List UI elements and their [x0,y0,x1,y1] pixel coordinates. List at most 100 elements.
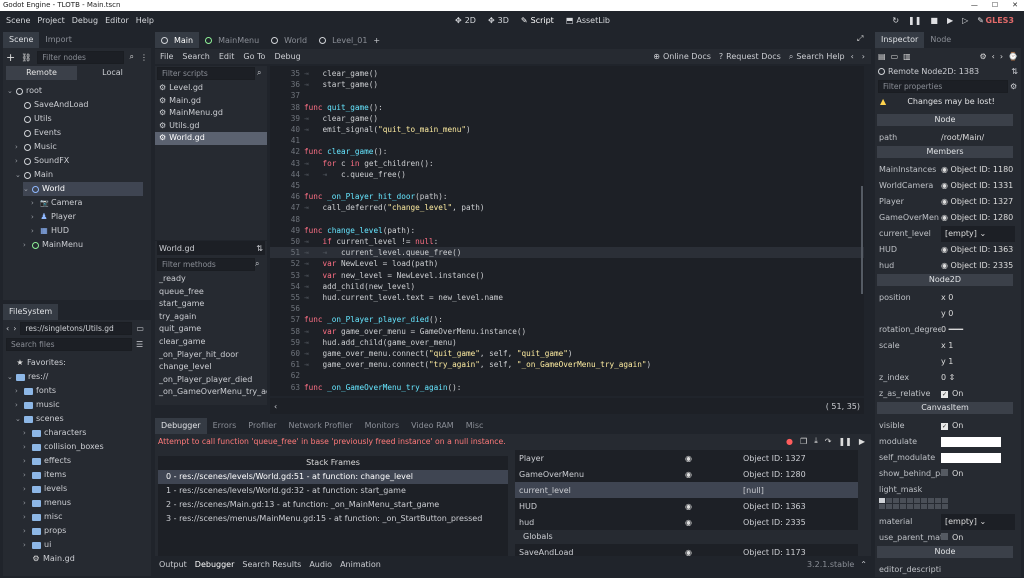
split-icon[interactable]: ▭ [136,324,144,333]
script-item-utils-gd[interactable]: ⚙ Utils.gd [155,120,267,133]
save-icon[interactable]: ▥ [903,52,911,61]
scene-node-camera[interactable]: › 📷 Camera [31,196,82,210]
scene-tab-level-01[interactable]: Level_01 [313,32,373,48]
continue-icon[interactable]: ▶ [859,437,865,446]
sort-icon[interactable]: ☰ [136,340,143,349]
filter-methods-input[interactable]: Filter methods [157,257,255,271]
filter-properties-input[interactable]: Filter properties [878,79,1008,93]
color-swatch[interactable] [941,437,1001,447]
play-custom-icon[interactable]: ▷ [962,16,968,25]
expand-arrow-icon[interactable]: › [23,440,30,454]
main-button-script[interactable]: ✎ Script [521,16,554,25]
settings-icon[interactable]: ⚙ [1010,82,1017,91]
stack-frame[interactable]: 2 - res://scenes/Main.gd:13 - at functio… [158,498,508,512]
fs-item-levels[interactable]: › levels [23,482,67,496]
scene-node-main[interactable]: ⌄ Main [15,168,53,182]
expand-arrow-icon[interactable]: › [15,140,22,154]
expand-arrow-icon[interactable]: › [15,398,22,412]
property-value[interactable]: ✓ On [941,418,1015,434]
method-item-on-player-player-died[interactable]: _on_Player_player_died [155,374,267,387]
property-value[interactable]: /root/Main/ [941,130,1015,146]
search-files-input[interactable]: Search files [6,337,132,351]
expand-arrow-icon[interactable]: › [31,210,38,224]
menu-help[interactable]: Help [136,16,154,25]
position-x[interactable]: 0 [948,293,953,302]
expand-arrow-icon[interactable]: › [23,524,30,538]
close-icon[interactable]: ✕ [1012,0,1018,11]
main-button-3d[interactable]: ✥ 3D [488,16,509,25]
fs-item-menus[interactable]: › menus [23,496,71,510]
fs-item-scenes[interactable]: ⌄ scenes [15,412,64,426]
spin-icon[interactable]: ⇕ [946,373,956,382]
debugger-tab-profiler[interactable]: Profiler [242,418,283,434]
checkbox-icon[interactable]: ✓ [941,391,948,398]
fs-item-music[interactable]: › music [15,398,60,412]
property-value[interactable]: ◉ Object ID: 1180 [941,162,1015,178]
node-footer-section[interactable]: Node [877,546,1013,558]
restart-icon[interactable]: ↻ [892,16,899,25]
debugger-tab-debugger[interactable]: Debugger [155,418,207,434]
variable-row[interactable]: GameOverMenu ◉ Object ID: 1280 [515,466,858,482]
pin-icon[interactable]: ⌃ [860,560,871,569]
property-value[interactable]: ✓ On [941,386,1015,402]
members-section[interactable]: Members [877,146,1013,158]
expand-arrow-icon[interactable]: › [31,196,38,210]
scene-node-music[interactable]: › Music [15,140,57,154]
debugger-tab-video-ram[interactable]: Video RAM [405,418,460,434]
script-tool-search-help[interactable]: ⌕ Search Help [789,52,845,62]
variable-row[interactable]: hud ◉ Object ID: 2335 [515,514,858,530]
scale-y[interactable]: 1 [948,357,953,366]
code-scrollbar[interactable] [861,186,863,294]
node-section[interactable]: Node [877,114,1013,126]
scene-node-root[interactable]: ⌄ root [7,84,42,98]
method-item-ready[interactable]: _ready [155,273,267,286]
expand-arrow-icon[interactable]: › [15,154,22,168]
distraction-free-icon[interactable]: ⤢ [857,34,863,44]
filter-nodes-input[interactable]: Filter nodes [37,50,124,64]
scene-node-soundfx[interactable]: › SoundFX [15,154,69,168]
menu-editor[interactable]: Editor [105,16,129,25]
property-value[interactable]: y 0 [941,306,1015,322]
expand-arrow-icon[interactable]: ⌄ [15,168,22,182]
properties-icon[interactable]: ⇅ [1011,67,1018,76]
fs-item-ui[interactable]: › ui [23,538,51,552]
method-item-change-level[interactable]: change_level [155,361,267,374]
scene-node-utils[interactable]: Utils [15,112,52,126]
open-icon[interactable]: ▭ [891,52,899,61]
expand-arrow-icon[interactable]: › [23,426,30,440]
fs-item-collision-boxes[interactable]: › collision_boxes [23,440,104,454]
fs-item-items[interactable]: › items [23,468,66,482]
property-value[interactable]: 0 ⇕ [941,370,1015,386]
copy-icon[interactable]: ❐ [800,437,807,446]
script-menu-debug[interactable]: Debug [274,52,300,61]
path-field[interactable]: res://singletons/Utils.gd [20,321,133,335]
history-back-icon[interactable]: ‹ [992,52,995,61]
link-icon[interactable]: ⛓ [21,53,31,62]
minimize-icon[interactable]: — [971,0,978,11]
history-forward-icon[interactable]: › [1000,52,1003,61]
node2d-section[interactable]: Node2D [877,274,1013,286]
script-menu-go-to[interactable]: Go To [243,52,265,61]
property-value[interactable] [941,437,1015,447]
property-value[interactable]: On [941,530,1015,546]
more-icon[interactable]: ⋮ [140,53,148,62]
expand-arrow-icon[interactable]: › [23,468,30,482]
method-item-clear-game[interactable]: clear_game [155,336,267,349]
position-y[interactable]: 0 [948,309,953,318]
stop-icon[interactable]: ■ [930,16,938,25]
property-value[interactable]: ◉ Object ID: 1363 [941,242,1015,258]
scale-x[interactable]: 1 [948,341,953,350]
bottom-tab-animation[interactable]: Animation [340,560,381,569]
expand-arrow-icon[interactable]: › [23,482,30,496]
checkbox-icon[interactable] [941,533,948,540]
history-icon[interactable]: ⌚ [1008,52,1018,61]
search-icon[interactable]: ⌕ [257,68,261,78]
debugger-tab-monitors[interactable]: Monitors [358,418,406,434]
fs-item-fonts[interactable]: › fonts [15,384,56,398]
variable-row[interactable]: Player ◉ Object ID: 1327 [515,450,858,466]
variable-row[interactable]: current_level [null] [515,482,858,498]
forward-icon[interactable]: › [13,324,16,333]
method-item-on-player-hit-door[interactable]: _on_Player_hit_door [155,349,267,362]
debugger-tab-network-profiler[interactable]: Network Profiler [282,418,359,434]
light-mask-grid[interactable] [879,498,948,509]
